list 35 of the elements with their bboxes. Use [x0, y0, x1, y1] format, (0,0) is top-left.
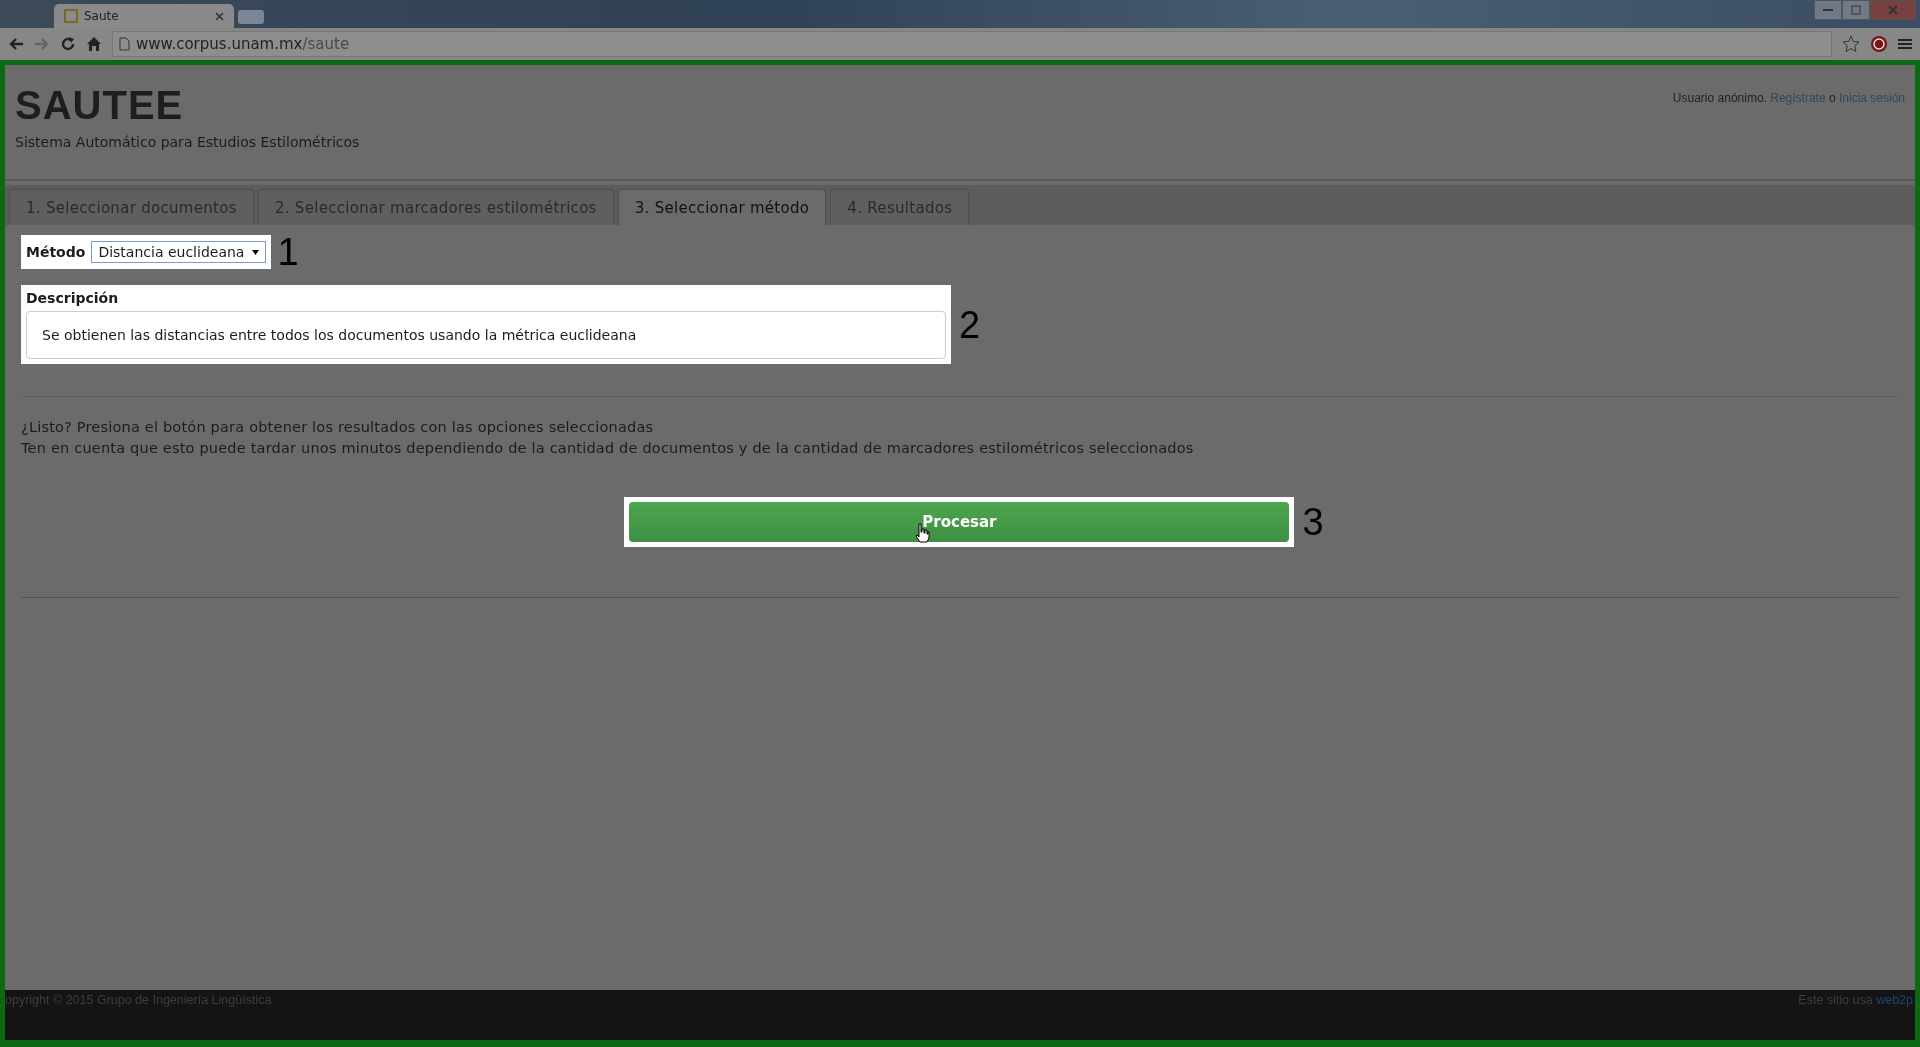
maximize-icon	[1851, 5, 1861, 15]
method-label: Método	[26, 244, 86, 260]
star-icon[interactable]	[1842, 35, 1860, 53]
site-subtitle: Sistema Automático para Estudios Estilométricos	[15, 134, 360, 150]
annotation-number: 3	[1302, 503, 1324, 541]
annotation-number: 1	[277, 233, 299, 271]
address-bar[interactable]: www.corpus.unam.mx/saute	[112, 31, 1832, 57]
tab-title: Saute	[84, 9, 120, 23]
login-status-text: Usuario anónimo. Regístrate o Inicia sesión	[1672, 90, 1905, 107]
site-title: SAUTEE	[15, 83, 185, 128]
dropdown-arrow-icon	[252, 249, 260, 255]
tab[interactable]: 3. Seleccionar método	[617, 189, 827, 225]
annotation-number: 2	[959, 305, 981, 344]
instruction-text: Ten en cuenta que esto puede tardar unos minutos dependiendo de la cantidad de documentos y de la cantidad de marcadores estilométricos seleccionados	[21, 439, 1195, 458]
back-icon[interactable]	[8, 37, 24, 51]
home-icon[interactable]	[86, 36, 102, 52]
minimize-icon	[1823, 8, 1833, 12]
menu-icon[interactable]	[1898, 38, 1912, 50]
instruction-text: ¿Listo? Presiona el botón para obtener los resultados con las opciones seleccionadas	[21, 418, 655, 437]
browser-tab[interactable]: Saute	[54, 4, 234, 28]
close-icon[interactable]	[215, 11, 224, 21]
description-text: Se obtienen las distancias entre todos los documentos usando la métrica euclideana	[26, 311, 946, 359]
method-dropdown[interactable]: Distancia euclideana	[91, 241, 267, 263]
url-text: www.corpus.unam.mx/saute	[136, 35, 350, 53]
stop-sign-icon[interactable]	[1870, 35, 1888, 53]
close-icon	[1888, 5, 1898, 15]
page-icon	[119, 37, 130, 51]
process-button[interactable]: Procesar	[629, 502, 1290, 542]
register-link[interactable]: Regístrate	[1770, 91, 1826, 105]
minimize-button[interactable]	[1814, 0, 1842, 20]
web2py-link[interactable]: web2p	[1876, 993, 1913, 1007]
reload-icon[interactable]	[60, 36, 76, 52]
login-link[interactable]: Inicia sesión	[1838, 91, 1905, 105]
description-label: Descripción	[26, 290, 119, 306]
logo-icon	[64, 9, 78, 23]
